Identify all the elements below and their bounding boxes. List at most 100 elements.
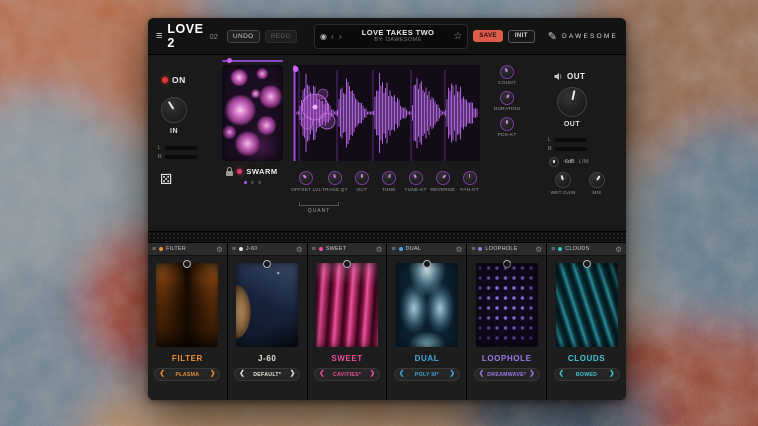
- source-name: SWARM: [246, 167, 277, 176]
- module-color-dot: [159, 247, 163, 251]
- module-header-dual[interactable]: ≡ DUAL ⚙: [387, 243, 466, 256]
- wet-gain-knob[interactable]: [555, 172, 571, 188]
- module-name: FILTER: [172, 354, 203, 363]
- module-color-dot: [478, 247, 482, 251]
- preset-right-arrow-icon[interactable]: ❯: [290, 371, 295, 378]
- module-preset-selector[interactable]: ❮ BOWED ❯: [554, 368, 620, 381]
- module-image-j60[interactable]: [236, 263, 298, 347]
- preset-right-arrow-icon[interactable]: ❯: [370, 371, 375, 378]
- page-dot[interactable]: [258, 181, 261, 184]
- module-menu-icon[interactable]: ≡: [232, 246, 236, 253]
- quant-group: QUANT: [294, 202, 344, 214]
- tune-label: TUNE: [382, 188, 396, 193]
- module-node-handle[interactable]: [583, 260, 591, 268]
- module-name: DUAL: [415, 354, 440, 363]
- lock-icon[interactable]: [226, 171, 233, 176]
- limiter-toggle[interactable]: LIM: [579, 159, 589, 165]
- reverse-knob[interactable]: [436, 171, 450, 185]
- oct-knob[interactable]: [355, 171, 369, 185]
- module-preset-selector[interactable]: ❮ DEFAULT* ❯: [234, 368, 300, 381]
- module-header-name: CLOUDS: [565, 246, 612, 252]
- swarm-source-image[interactable]: [222, 65, 283, 161]
- module-preset-name: BOWED: [564, 372, 609, 378]
- module-preset-selector[interactable]: ❮ DREAMWAVE* ❯: [474, 368, 540, 381]
- source-page-dots[interactable]: [222, 181, 283, 184]
- module-image-clouds[interactable]: [556, 263, 618, 347]
- module-header-clouds[interactable]: ≡ CLOUDS ⚙: [547, 243, 626, 256]
- preset-next-icon[interactable]: ›: [338, 31, 343, 41]
- preset-right-arrow-icon[interactable]: ❯: [210, 371, 215, 378]
- pan-kt-knob[interactable]: [463, 171, 477, 185]
- save-button[interactable]: SAVE: [473, 30, 503, 42]
- module-gear-icon[interactable]: ⚙: [376, 245, 383, 254]
- module-menu-icon[interactable]: ≡: [391, 246, 395, 253]
- module-gear-icon[interactable]: ⚙: [456, 245, 463, 254]
- module-color-dot: [239, 247, 243, 251]
- module-gear-icon[interactable]: ⚙: [296, 245, 303, 254]
- preset-right-arrow-icon[interactable]: ❯: [529, 371, 534, 378]
- page-dot[interactable]: [244, 181, 247, 184]
- module-header-filter[interactable]: ≡ FILTER ⚙: [148, 243, 227, 256]
- preset-record-icon[interactable]: ◉: [320, 32, 327, 41]
- module-header-name: LOOPHOLE: [485, 246, 532, 252]
- tune-kt-knob[interactable]: [409, 171, 423, 185]
- module-preset-selector[interactable]: ❮ CAVITIES* ❯: [314, 368, 380, 381]
- module-image-dual[interactable]: [396, 263, 458, 347]
- dawesome-pen-icon: ✎: [548, 30, 557, 43]
- module-slot-dual: ≡ DUAL ⚙ DUAL ❮ POLY III* ❯: [387, 243, 467, 400]
- module-node-handle[interactable]: [423, 260, 431, 268]
- module-preset-selector[interactable]: ❮ PLASMA ❯: [154, 368, 220, 381]
- duration-knob[interactable]: [500, 91, 514, 105]
- power-toggle[interactable]: ON: [162, 75, 186, 85]
- module-node-handle[interactable]: [343, 260, 351, 268]
- module-slot-sweet: ≡ SWEET ⚙ SWEET ❮ CAVITIES* ❯: [308, 243, 388, 400]
- output-gain-label: OUT: [557, 121, 587, 128]
- trans-qt-knob[interactable]: [328, 171, 342, 185]
- preset-right-arrow-icon[interactable]: ❯: [449, 371, 454, 378]
- redo-button[interactable]: REDO: [265, 30, 297, 43]
- undo-button[interactable]: UNDO: [227, 30, 260, 43]
- preset-display[interactable]: LOVE TAKES TWO BY: DAWESOME: [346, 28, 451, 44]
- module-node-handle[interactable]: [503, 260, 511, 268]
- module-menu-icon[interactable]: ≡: [312, 246, 316, 253]
- favorite-star-icon[interactable]: ☆: [453, 31, 462, 42]
- page-dot[interactable]: [251, 181, 254, 184]
- module-gear-icon[interactable]: ⚙: [216, 245, 223, 254]
- module-header-sweet[interactable]: ≡ SWEET ⚙: [308, 243, 387, 256]
- output-gain-knob[interactable]: [557, 87, 587, 117]
- module-menu-icon[interactable]: ≡: [471, 246, 475, 253]
- waveform-display[interactable]: [293, 65, 480, 161]
- offset-lvl-knob[interactable]: [299, 171, 313, 185]
- meter-l-label: L: [158, 145, 162, 151]
- module-preset-name: PLASMA: [165, 372, 210, 378]
- module-header-loophole[interactable]: ≡ LOOPHOLE ⚙: [467, 243, 546, 256]
- module-menu-icon[interactable]: ≡: [551, 246, 555, 253]
- module-gear-icon[interactable]: ⚙: [535, 245, 542, 254]
- pos-kt-knob[interactable]: [500, 117, 514, 131]
- module-preset-name: POLY III*: [404, 372, 449, 378]
- init-button[interactable]: INIT: [508, 30, 535, 43]
- module-preset-selector[interactable]: ❮ POLY III* ❯: [394, 368, 460, 381]
- module-node-handle[interactable]: [183, 260, 191, 268]
- module-header-j60[interactable]: ≡ J-60 ⚙: [228, 243, 307, 256]
- tune-knob[interactable]: [382, 171, 396, 185]
- preset-prev-icon[interactable]: ‹: [330, 31, 335, 41]
- mix-knob[interactable]: [589, 172, 605, 188]
- module-gear-icon[interactable]: ⚙: [615, 245, 622, 254]
- main-menu-icon[interactable]: ≡: [156, 30, 162, 42]
- input-gain-knob[interactable]: [161, 97, 187, 123]
- limiter-knob[interactable]: [549, 157, 559, 167]
- module-image-filter[interactable]: [156, 263, 218, 347]
- preset-right-arrow-icon[interactable]: ❯: [609, 371, 614, 378]
- source-label-row[interactable]: SWARM: [220, 167, 284, 176]
- out-meter-l-label: L: [548, 137, 552, 143]
- wet-gain-label: WET GAIN: [550, 191, 575, 196]
- count-knob[interactable]: [500, 65, 514, 79]
- module-menu-icon[interactable]: ≡: [152, 246, 156, 253]
- plugin-window: ≡ LOVE 2 02 UNDO REDO ◉ ‹ › LOVE TAKES T…: [148, 18, 626, 400]
- preset-browser[interactable]: ◉ ‹ › LOVE TAKES TWO BY: DAWESOME ☆: [314, 24, 468, 49]
- module-image-sweet[interactable]: [316, 263, 378, 347]
- module-node-handle[interactable]: [263, 260, 271, 268]
- randomize-dice-icon[interactable]: ⚄: [160, 171, 172, 188]
- module-image-loophole[interactable]: [476, 263, 538, 347]
